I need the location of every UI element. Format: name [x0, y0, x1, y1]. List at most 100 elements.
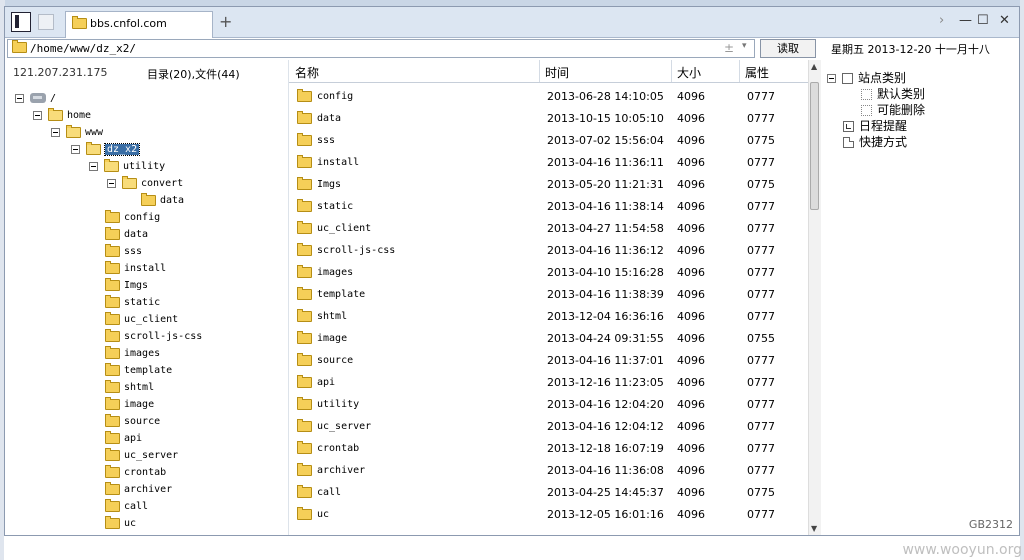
nav-forward-icon[interactable]: ›	[939, 13, 944, 28]
file-row[interactable]: uc 2013-12-05 16:01:16 4096 0777	[289, 504, 809, 526]
file-time: 2013-07-02 15:56:04	[547, 134, 664, 147]
collapse-toggle-icon[interactable]	[51, 127, 60, 137]
tree-node-selected[interactable]: dz_x2	[71, 141, 141, 157]
column-divider[interactable]	[539, 60, 540, 82]
collapse-toggle-icon[interactable]	[71, 144, 80, 154]
tree-node[interactable]: utility	[89, 158, 165, 174]
category-item[interactable]: 站点类别	[827, 70, 906, 86]
tree-node-label: home	[67, 110, 92, 121]
tree-node[interactable]: images	[105, 345, 160, 361]
collapse-toggle-icon[interactable]	[33, 110, 42, 120]
tree-node[interactable]: home	[33, 107, 91, 123]
tree-node-label: shtml	[124, 382, 155, 393]
scroll-down-icon[interactable]: ▼	[811, 524, 817, 533]
file-row[interactable]: uc_server 2013-04-16 12:04:12 4096 0777	[289, 416, 809, 438]
category-label: 站点类别	[858, 71, 907, 85]
file-attr: 0775	[747, 134, 775, 147]
tree-node[interactable]: config	[105, 209, 160, 225]
scrollbar-thumb[interactable]	[810, 82, 819, 210]
category-item[interactable]: 可能删除	[861, 102, 925, 118]
blank-page-icon[interactable]	[38, 14, 54, 30]
tree-node-label: /	[50, 93, 57, 104]
file-row[interactable]: data 2013-10-15 10:05:10 4096 0777	[289, 108, 809, 130]
tree-node[interactable]: uc_server	[105, 447, 178, 463]
tree-node-label: archiver	[124, 484, 173, 495]
column-attr[interactable]: 属性	[745, 64, 769, 81]
maximize-icon[interactable]: ☐	[977, 13, 989, 28]
file-name: Imgs	[317, 179, 342, 190]
tree-node[interactable]: template	[105, 362, 172, 378]
file-row[interactable]: sss 2013-07-02 15:56:04 4096 0775	[289, 130, 809, 152]
tree-node-label: utility	[123, 161, 166, 172]
tree-node[interactable]: www	[51, 124, 103, 140]
tree-node[interactable]: static	[105, 294, 160, 310]
path-input[interactable]: /home/www/dz_x2/	[30, 42, 136, 55]
category-label: 默认类别	[877, 87, 926, 101]
tree-node[interactable]: shtml	[105, 379, 154, 395]
file-row[interactable]: source 2013-04-16 11:37:01 4096 0777	[289, 350, 809, 372]
tree-node[interactable]: image	[105, 396, 154, 412]
close-icon[interactable]: ✕	[999, 13, 1010, 28]
tree-node[interactable]: data	[141, 192, 184, 208]
collapse-toggle-icon[interactable]	[89, 161, 98, 171]
tab-site[interactable]: bbs.cnfol.com	[65, 11, 213, 38]
tree-node[interactable]: data	[105, 226, 148, 242]
file-row[interactable]: uc_client 2013-04-27 11:54:58 4096 0777	[289, 218, 809, 240]
collapse-toggle-icon[interactable]	[107, 178, 116, 188]
scroll-up-icon[interactable]: ▲	[811, 62, 817, 71]
folder-icon	[86, 141, 101, 155]
new-tab-button[interactable]: +	[219, 12, 232, 31]
file-row[interactable]: archiver 2013-04-16 11:36:08 4096 0777	[289, 460, 809, 482]
tree-node[interactable]: uc	[105, 515, 136, 531]
category-item[interactable]: 默认类别	[861, 86, 925, 102]
tree-node[interactable]: /	[15, 90, 56, 106]
chevron-down-icon[interactable]: ▾	[742, 41, 747, 51]
category-item[interactable]: 快捷方式	[843, 134, 907, 150]
path-field[interactable]: /home/www/dz_x2/ ± ▾	[7, 39, 755, 58]
file-row[interactable]: api 2013-12-16 11:23:05 4096 0777	[289, 372, 809, 394]
file-row[interactable]: install 2013-04-16 11:36:11 4096 0777	[289, 152, 809, 174]
collapse-toggle-icon[interactable]	[827, 74, 836, 83]
column-name[interactable]: 名称	[295, 64, 319, 81]
read-button[interactable]: 读取	[760, 39, 816, 58]
file-row[interactable]: crontab 2013-12-18 16:07:19 4096 0777	[289, 438, 809, 460]
file-row[interactable]: Imgs 2013-05-20 11:21:31 4096 0775	[289, 174, 809, 196]
minimize-icon[interactable]: —	[959, 13, 972, 28]
column-time[interactable]: 时间	[545, 64, 569, 81]
tree-node[interactable]: sss	[105, 243, 142, 259]
tree-node[interactable]: convert	[107, 175, 183, 191]
folder-icon	[105, 464, 120, 478]
tree-node[interactable]: call	[105, 498, 148, 514]
column-size[interactable]: 大小	[677, 64, 701, 81]
file-row[interactable]: call 2013-04-25 14:45:37 4096 0775	[289, 482, 809, 504]
file-row[interactable]: shtml 2013-12-04 16:36:16 4096 0777	[289, 306, 809, 328]
tree-node[interactable]: api	[105, 430, 142, 446]
tree-node[interactable]: archiver	[105, 481, 172, 497]
file-attr: 0777	[747, 90, 775, 103]
folder-icon	[297, 133, 312, 146]
collapse-toggle-icon[interactable]	[15, 93, 24, 103]
file-list-scrollbar[interactable]: ▲ ▼	[808, 60, 821, 535]
file-size: 4096	[677, 376, 705, 389]
column-divider[interactable]	[739, 60, 740, 82]
file-name: data	[317, 113, 342, 124]
file-row[interactable]: image 2013-04-24 09:31:55 4096 0755	[289, 328, 809, 350]
file-row[interactable]: utility 2013-04-16 12:04:20 4096 0777	[289, 394, 809, 416]
bookmark-icon[interactable]: ±	[724, 41, 734, 55]
file-row[interactable]: images 2013-04-10 15:16:28 4096 0777	[289, 262, 809, 284]
tree-node[interactable]: crontab	[105, 464, 166, 480]
tree-node[interactable]: uc_client	[105, 311, 178, 327]
file-row[interactable]: scroll-js-css 2013-04-16 11:36:12 4096 0777	[289, 240, 809, 262]
tree-node[interactable]: source	[105, 413, 160, 429]
tree-node[interactable]: Imgs	[105, 277, 148, 293]
tree-node[interactable]: install	[105, 260, 166, 276]
directory-tree-pane: 121.207.231.175 目录(20),文件(44) / home www dz…	[5, 60, 285, 535]
panel-toggle-icon[interactable]	[11, 12, 31, 32]
file-row[interactable]: static 2013-04-16 11:38:14 4096 0777	[289, 196, 809, 218]
column-divider[interactable]	[671, 60, 672, 82]
file-name: utility	[317, 399, 360, 410]
file-row[interactable]: config 2013-06-28 14:10:05 4096 0777	[289, 86, 809, 108]
file-row[interactable]: template 2013-04-16 11:38:39 4096 0777	[289, 284, 809, 306]
category-item[interactable]: 日程提醒	[843, 118, 907, 134]
tree-node[interactable]: scroll-js-css	[105, 328, 202, 344]
